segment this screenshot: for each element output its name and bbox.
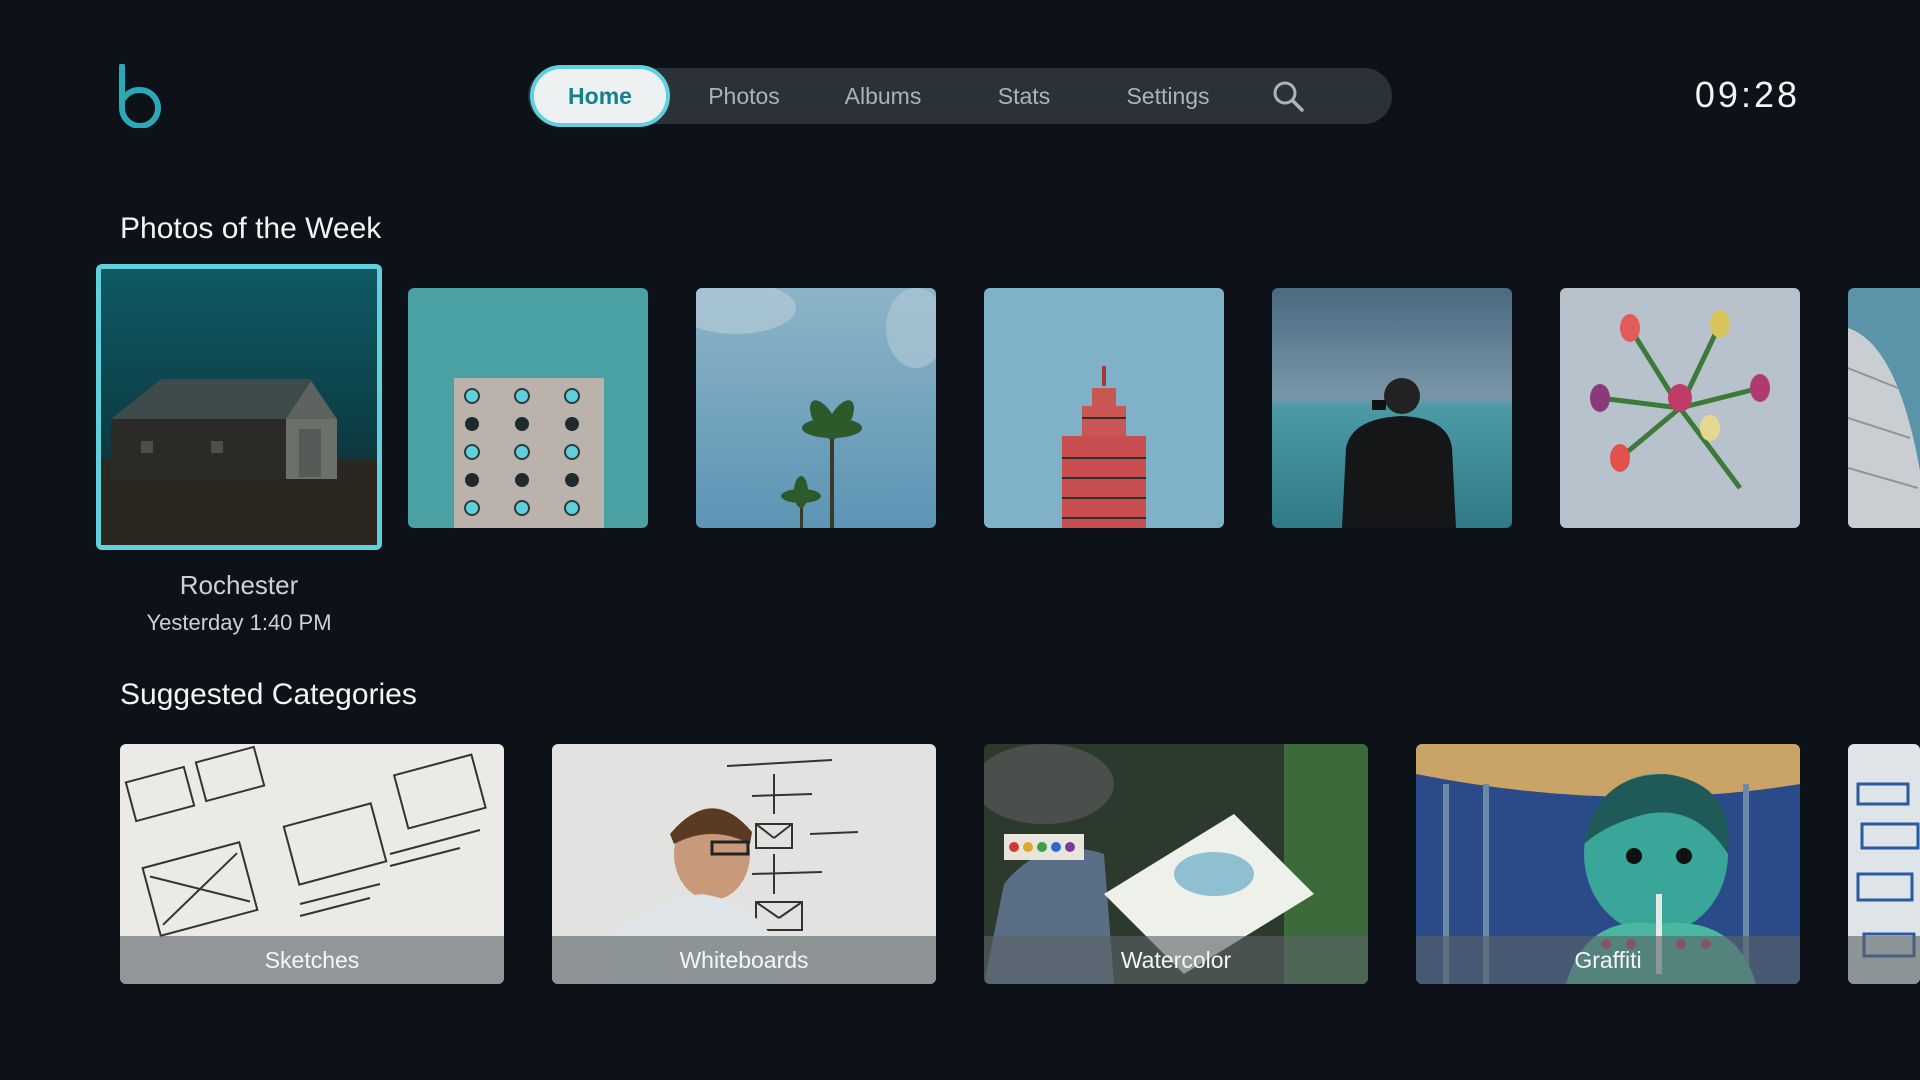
nav-home[interactable]: Home xyxy=(530,65,670,127)
category-whiteboards[interactable]: Whiteboards xyxy=(552,744,936,984)
category-graffiti[interactable]: Graffiti xyxy=(1416,744,1800,984)
photo-card-man-by-sea[interactable] xyxy=(1272,288,1512,528)
nav-photos[interactable]: Photos xyxy=(670,68,818,124)
focused-photo-title: Rochester xyxy=(179,570,299,600)
category-label: Graffiti xyxy=(1416,936,1800,984)
photo-card-tulips[interactable] xyxy=(1560,288,1800,528)
photo-card-dome[interactable] xyxy=(1848,288,1920,528)
suggested-categories-title: Suggested Categories xyxy=(120,678,417,711)
brand-logo xyxy=(118,63,162,129)
category-sketches[interactable]: Sketches xyxy=(120,744,504,984)
category-watercolor[interactable]: Watercolor xyxy=(984,744,1368,984)
focused-photo-date: Yesterday 1:40 PM xyxy=(146,610,332,635)
category-label: Whiteboards xyxy=(552,936,936,984)
category-label: Watercolor xyxy=(984,936,1368,984)
nav-settings[interactable]: Settings xyxy=(1100,68,1236,124)
photo-card-barn[interactable] xyxy=(96,264,382,550)
category-partial[interactable] xyxy=(1848,744,1920,984)
search-icon xyxy=(1273,81,1304,112)
category-label: Sketches xyxy=(120,936,504,984)
clock: 09:28 xyxy=(1694,74,1800,115)
photos-of-week-title: Photos of the Week xyxy=(120,212,382,245)
photo-card-palm-trees[interactable] xyxy=(696,288,936,528)
nav-albums[interactable]: Albums xyxy=(818,68,948,124)
nav-stats[interactable]: Stats xyxy=(948,68,1100,124)
category-label xyxy=(1848,936,1920,984)
photo-card-red-tower[interactable] xyxy=(984,288,1224,528)
photo-card-building-facade[interactable] xyxy=(408,288,648,528)
main-nav: Home Photos Albums Stats Settings xyxy=(528,65,1392,127)
app-page: Home Photos Albums Stats Settings 09:28 … xyxy=(0,0,1920,1080)
search-button[interactable] xyxy=(1258,68,1318,124)
